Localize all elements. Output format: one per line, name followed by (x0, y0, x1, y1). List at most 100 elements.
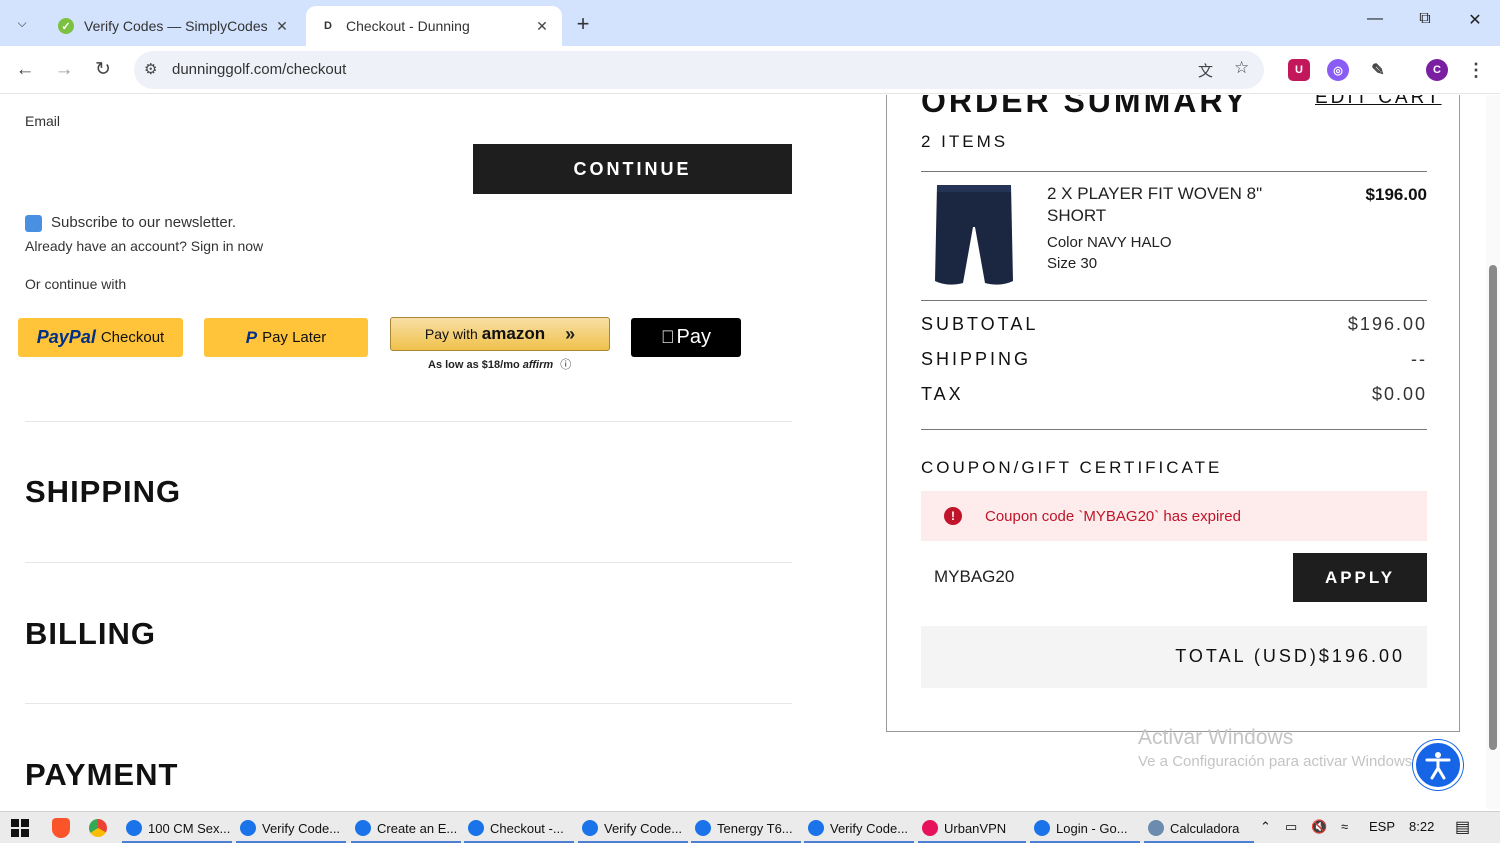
tab-search-button[interactable]: ⌵ (8, 9, 36, 37)
divider (921, 171, 1427, 172)
tab-title: Checkout - Dunning (346, 18, 470, 34)
ublock-extension-icon[interactable]: U (1288, 59, 1310, 81)
paypal-checkout-button[interactable]: PayPal Checkout (18, 318, 183, 357)
taskbar-item[interactable]: Verify Code... (804, 815, 914, 843)
battery-icon: ▭ (1285, 819, 1298, 834)
total-line: TOTAL (USD)$196.00 (1175, 646, 1405, 667)
apply-coupon-button[interactable]: APPLY (1293, 553, 1427, 602)
arrow-right-icon: → (54, 59, 74, 80)
address-bar[interactable]: ⚙ dunninggolf.com/checkout 文 ☆ (134, 51, 1264, 89)
tab-verify-codes[interactable]: ✓ Verify Codes — SimplyCodes ✕ (44, 6, 302, 46)
email-label: Email (25, 113, 61, 129)
taskbar-item[interactable]: Login - Go... (1030, 815, 1140, 843)
url-text[interactable]: dunninggolf.com/checkout (172, 61, 346, 78)
menu-kebab-icon[interactable]: ⋮ (1465, 59, 1487, 81)
shorts-icon (935, 185, 1013, 285)
tray-chevron-icon[interactable]: ⌃ (1260, 819, 1271, 835)
app-icon (126, 820, 142, 836)
apple-pay-button[interactable]:  Pay (631, 318, 741, 357)
divider (921, 429, 1427, 430)
restore-window-button[interactable]: ⧉ (1410, 10, 1440, 28)
accessibility-icon (1425, 752, 1451, 780)
shipping-section-heading[interactable]: SHIPPING (25, 474, 181, 510)
chevron-down-icon: ⌵ (17, 15, 27, 30)
taskbar-item[interactable]: Verify Code... (578, 815, 688, 843)
amazon-pay-button[interactable]: Pay with amazon » (390, 317, 610, 351)
paypal-logo: PayPal (36, 327, 96, 347)
taskbar-item[interactable]: Verify Code... (236, 815, 346, 843)
paypal-paylater-button[interactable]: P Pay Later (204, 318, 368, 357)
reload-icon: ↻ (95, 59, 111, 80)
dunning-favicon-icon: D (324, 20, 332, 32)
taskbar-item-label: Calculadora (1170, 820, 1240, 836)
app-icon (1148, 820, 1164, 836)
brave-browser-icon[interactable] (52, 818, 70, 838)
paylater-label: Pay Later (262, 329, 327, 346)
language-indicator[interactable]: ESP (1369, 819, 1395, 834)
newsletter-checkbox[interactable] (25, 215, 42, 232)
notifications-icon[interactable]: ▤ (1455, 817, 1470, 837)
taskbar-item[interactable]: Tenergy T6... (691, 815, 801, 843)
app-icon (1034, 820, 1050, 836)
order-summary-title: ORDER SUMMARY (921, 95, 1249, 119)
scrollbar-thumb[interactable] (1489, 265, 1497, 750)
taskbar-item-label: Tenergy T6... (717, 820, 793, 836)
extension-icon[interactable]: ◎ (1327, 59, 1349, 81)
taskbar-item[interactable]: Calculadora (1144, 815, 1254, 843)
subtotal-value: $196.00 (1347, 314, 1427, 334)
app-icon (468, 820, 484, 836)
info-icon[interactable]: ⓘ (560, 359, 571, 371)
clock[interactable]: 8:22 (1409, 819, 1434, 834)
tab-checkout-dunning[interactable]: D Checkout - Dunning ✕ (306, 6, 562, 46)
puzzle-extensions-icon[interactable]: ✎ (1367, 59, 1389, 81)
site-settings-icon[interactable]: ⚙ (144, 60, 157, 78)
close-window-button[interactable]: ✕ (1460, 10, 1490, 30)
coupon-error-message: Coupon code `MYBAG20` has expired (985, 507, 1241, 525)
signin-link[interactable]: Already have an account? Sign in now (25, 238, 263, 254)
shipping-value: -- (1411, 349, 1427, 369)
taskbar-item-label: Verify Code... (604, 820, 683, 836)
chrome-icon[interactable] (89, 819, 107, 837)
accessibility-button[interactable] (1413, 740, 1463, 790)
payment-section-heading[interactable]: PAYMENT (25, 757, 178, 793)
divider (921, 300, 1427, 301)
taskbar-item[interactable]: UrbanVPN (918, 815, 1026, 843)
taskbar-item[interactable]: 100 CM Sex... (122, 815, 232, 843)
windows-start-icon[interactable] (11, 819, 29, 837)
coupon-error-alert: ! Coupon code `MYBAG20` has expired (921, 491, 1427, 541)
forward-button[interactable]: → (50, 56, 78, 84)
close-tab-icon[interactable]: ✕ (530, 18, 554, 35)
volume-muted-icon[interactable]: 🔇 (1311, 819, 1327, 835)
reload-button[interactable]: ↻ (89, 56, 117, 84)
windows-activation-subtitle: Ve a Configuración para activar Windows. (1138, 753, 1417, 770)
app-icon (695, 820, 711, 836)
page-scrollbar[interactable] (1486, 95, 1500, 809)
taskbar-item-label: UrbanVPN (944, 820, 1007, 836)
app-icon (582, 820, 598, 836)
or-continue-label: Or continue with (25, 276, 127, 292)
wifi-icon[interactable]: ≈ (1341, 819, 1348, 834)
newsletter-label: Subscribe to our newsletter. (51, 214, 237, 231)
new-tab-button[interactable]: + (570, 11, 596, 37)
coupon-code-input[interactable] (921, 553, 1281, 601)
bookmark-star-icon[interactable]: ☆ (1234, 58, 1249, 78)
simplycodes-favicon-icon: ✓ (58, 18, 74, 34)
product-name: 2 X PLAYER FIT WOVEN 8" SHORT (1047, 184, 1263, 225)
edit-cart-link[interactable]: EDIT CART (1315, 95, 1442, 109)
taskbar-item[interactable]: Create an E... (351, 815, 461, 843)
taskbar-item[interactable]: Checkout -... (464, 815, 574, 843)
arrow-left-icon: ← (15, 59, 35, 80)
translate-icon[interactable]: 文 (1198, 60, 1213, 81)
total-box: TOTAL (USD)$196.00 (921, 626, 1427, 688)
amazon-pay-label: Pay with (424, 326, 478, 342)
items-count: 2 ITEMS (921, 132, 1009, 151)
profile-avatar[interactable]: C (1426, 59, 1448, 81)
apple-pay-label: Pay (669, 326, 711, 348)
minimize-window-button[interactable]: — (1360, 10, 1390, 28)
billing-section-heading[interactable]: BILLING (25, 616, 156, 652)
continue-button[interactable]: CONTINUE (473, 144, 792, 194)
order-summary-panel: ORDER SUMMARY EDIT CART 2 ITEMS 2 X PLAY… (886, 95, 1460, 732)
back-button[interactable]: ← (11, 56, 39, 84)
double-chevron-icon: » (565, 323, 576, 344)
close-tab-icon[interactable]: ✕ (270, 18, 294, 35)
